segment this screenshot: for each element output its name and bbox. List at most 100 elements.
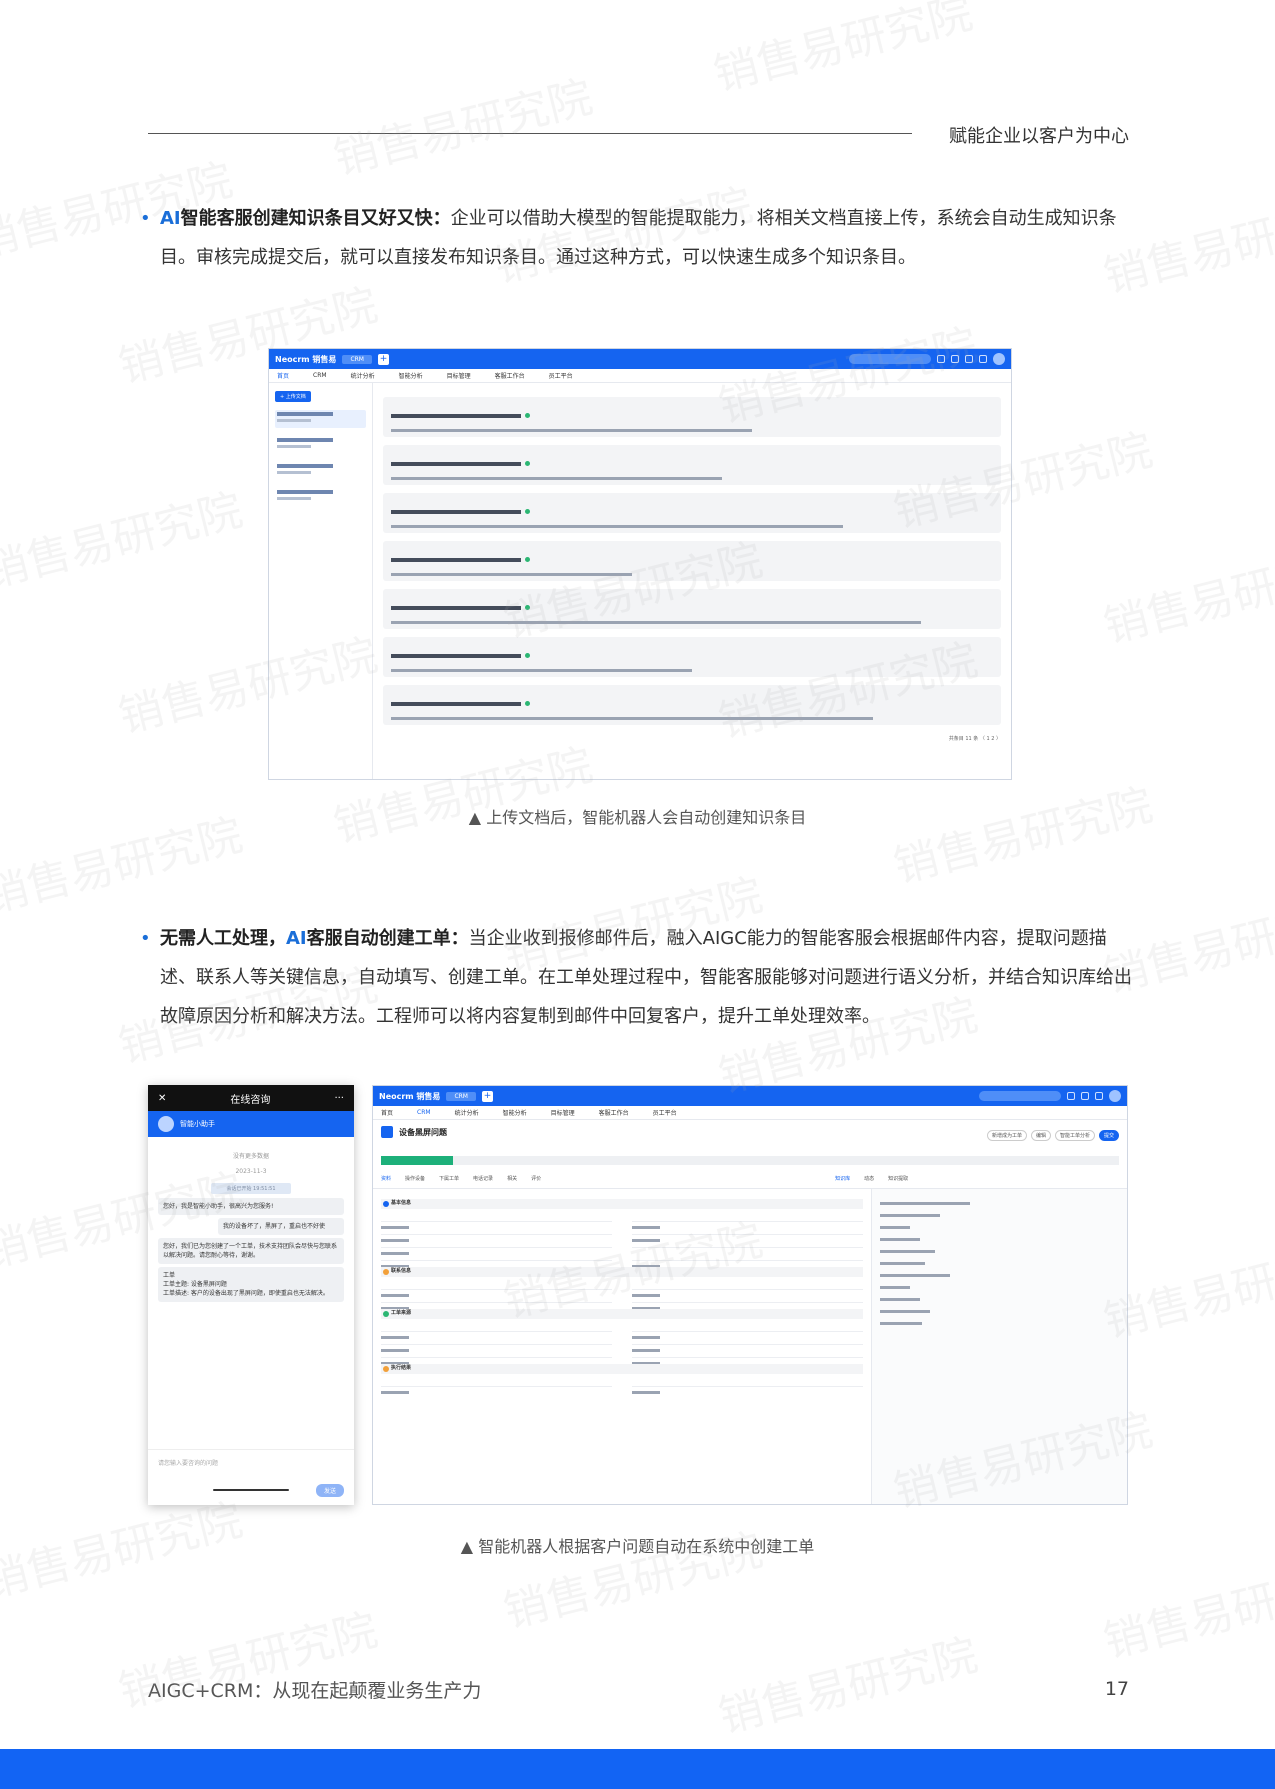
tab-info[interactable]: 资料	[381, 1175, 391, 1182]
tab-calls[interactable]: 电话记录	[473, 1175, 493, 1182]
chat-messages: 没有更多数据 2023-11-3 会话已开始 19:51:51 您好，我是智能小…	[148, 1137, 354, 1311]
bullet-icon: •	[140, 208, 151, 229]
app-topbar: Neocrm 销售易 CRM +	[373, 1086, 1127, 1106]
help-icon[interactable]	[951, 355, 959, 363]
section-contact[interactable]: 联系信息	[381, 1267, 863, 1277]
nav-item-staff[interactable]: 员工平台	[653, 1108, 677, 1117]
knowledge-list: 共条目 11 条 〈 1 2 〉	[373, 383, 1011, 779]
header-rule	[148, 133, 912, 134]
nav-item-analysis[interactable]: 智能分析	[503, 1108, 527, 1117]
nav-item-service[interactable]: 客服工作台	[495, 371, 525, 380]
add-icon[interactable]: +	[377, 353, 389, 365]
main-nav: 首页 CRM 统计分析 智能分析 目标管理 客服工作台 员工平台	[373, 1106, 1127, 1120]
watermark: 销售易研究院	[0, 484, 248, 599]
tab-device[interactable]: 操作设备	[405, 1175, 425, 1182]
submit-button[interactable]: 提交	[1098, 1130, 1119, 1141]
knowledge-card[interactable]	[383, 541, 1001, 581]
nav-item-stats[interactable]: 统计分析	[455, 1108, 479, 1117]
avatar[interactable]	[993, 353, 1005, 365]
knowledge-base-screenshot: Neocrm 销售易 CRM + 首页 CRM 统计分析 智能分析 目标管理 客…	[268, 348, 1012, 780]
calendar-icon[interactable]	[937, 355, 945, 363]
nav-item-home[interactable]: 首页	[381, 1108, 393, 1117]
action-button[interactable]: 智能工单分析	[1054, 1130, 1095, 1141]
upload-button[interactable]: + 上传文档	[275, 391, 311, 402]
help-icon[interactable]	[1081, 1092, 1089, 1100]
watermark: 销售易研究院	[708, 0, 978, 102]
list-item[interactable]	[275, 436, 366, 454]
list-item[interactable]	[275, 410, 366, 428]
tab-knowledge[interactable]: 知识库	[835, 1175, 850, 1182]
user-message: 我的设备坏了，黑屏了，重启也不好使	[218, 1218, 344, 1235]
knowledge-card[interactable]	[383, 493, 1001, 533]
footer-title: AIGC+CRM：从现在起颠覆业务生产力	[148, 1680, 482, 1702]
nav-item-staff[interactable]: 员工平台	[549, 371, 573, 380]
section2-heading-a: 无需人工处理，	[160, 928, 286, 949]
caption-2: ▲ 智能机器人根据客户问题自动在系统中创建工单	[460, 1537, 815, 1556]
home-indicator	[213, 1489, 289, 1491]
tab-related[interactable]: 相关	[507, 1175, 517, 1182]
watermark: 销售易研究院	[888, 779, 1158, 894]
page-number: 17	[1104, 1678, 1129, 1700]
bot-message: 您好，我们已为您创建了一个工单，技术支持团队会尽快与您联系以解决问题。请您耐心等…	[158, 1238, 344, 1264]
pagination[interactable]: 共条目 11 条 〈 1 2 〉	[383, 735, 1001, 742]
nav-item-stats[interactable]: 统计分析	[351, 371, 375, 380]
crm-app-tab[interactable]: CRM	[446, 1091, 476, 1101]
nav-item-goals[interactable]: 目标管理	[447, 371, 471, 380]
ai-keyword: AI	[160, 208, 181, 229]
nav-item-analysis[interactable]: 智能分析	[399, 371, 423, 380]
chat-date: 2023-11-3	[235, 1168, 267, 1175]
nav-item-service[interactable]: 客服工作台	[599, 1108, 629, 1117]
tab-subticket[interactable]: 下属工单	[439, 1175, 459, 1182]
document-sidebar: + 上传文档	[269, 383, 373, 779]
notification-icon[interactable]	[979, 355, 987, 363]
notification-icon[interactable]	[1095, 1092, 1103, 1100]
app-logo: Neocrm 销售易	[275, 354, 337, 364]
tab-review[interactable]: 评价	[531, 1175, 541, 1182]
settings-icon[interactable]	[965, 355, 973, 363]
nav-item-crm[interactable]: CRM	[313, 372, 327, 379]
more-icon[interactable]: ···	[334, 1093, 344, 1104]
section2-paragraph: • 无需人工处理，AI客服自动创建工单：当企业收到报修邮件后，融入AIGC能力的…	[140, 919, 1132, 1036]
search-input[interactable]	[979, 1091, 1061, 1101]
action-button[interactable]: 新增成为工单	[986, 1130, 1027, 1141]
section-source[interactable]: 工单来源	[381, 1309, 863, 1319]
crm-app-tab[interactable]: CRM	[342, 354, 372, 364]
knowledge-card[interactable]	[383, 589, 1001, 629]
send-button[interactable]: 发送	[315, 1484, 344, 1497]
close-icon[interactable]: ✕	[158, 1093, 166, 1104]
knowledge-card[interactable]	[383, 445, 1001, 485]
list-item[interactable]	[275, 488, 366, 506]
nav-item-goals[interactable]: 目标管理	[551, 1108, 575, 1117]
watermark: 销售易研究院	[713, 1629, 983, 1744]
ticket-actions: 新增成为工单 编辑 智能工单分析 提交	[986, 1130, 1119, 1141]
knowledge-card[interactable]	[383, 685, 1001, 725]
ticket-icon	[381, 1126, 393, 1138]
knowledge-card[interactable]	[383, 397, 1001, 437]
nav-item-crm[interactable]: CRM	[417, 1109, 431, 1116]
edit-button[interactable]: 编辑	[1030, 1130, 1051, 1141]
section2-heading-b: 客服自动创建工单：	[306, 928, 469, 949]
list-item[interactable]	[275, 462, 366, 480]
section-basic[interactable]: 基本信息	[381, 1199, 863, 1209]
ticket-card[interactable]: 工单 工单主题: 设备黑屏问题 工单描述: 客户的设备出现了黑屏问题，即使重启也…	[158, 1267, 344, 1302]
ticket-progress	[381, 1156, 1119, 1165]
tab-extract[interactable]: 知识提取	[888, 1175, 908, 1182]
chat-window-screenshot: ✕ 在线咨询 ··· 智能小助手 没有更多数据 2023-11-3 会话已开始 …	[148, 1085, 354, 1505]
ticket-title: 设备黑屏问题	[399, 1127, 447, 1137]
app-logo: Neocrm 销售易	[379, 1091, 441, 1101]
tab-activity[interactable]: 动态	[864, 1175, 874, 1182]
add-icon[interactable]: +	[481, 1090, 493, 1102]
section1-paragraph: • AI智能客服创建知识条目又好又快：企业可以借助大模型的智能提取能力，将相关文…	[140, 199, 1132, 277]
section-result[interactable]: 执行结果	[381, 1364, 863, 1374]
knowledge-card[interactable]	[383, 637, 1001, 677]
avatar[interactable]	[1109, 1090, 1121, 1102]
calendar-icon[interactable]	[1067, 1092, 1075, 1100]
ai-keyword: AI	[286, 928, 307, 949]
knowledge-panel	[871, 1189, 1127, 1504]
nav-item-home[interactable]: 首页	[277, 371, 289, 380]
no-more-label: 没有更多数据	[232, 1153, 269, 1160]
search-input[interactable]	[849, 354, 931, 364]
footer-bar	[0, 1749, 1275, 1789]
bot-bar: 智能小助手	[148, 1111, 354, 1137]
main-nav: 首页 CRM 统计分析 智能分析 目标管理 客服工作台 员工平台	[269, 369, 1011, 383]
